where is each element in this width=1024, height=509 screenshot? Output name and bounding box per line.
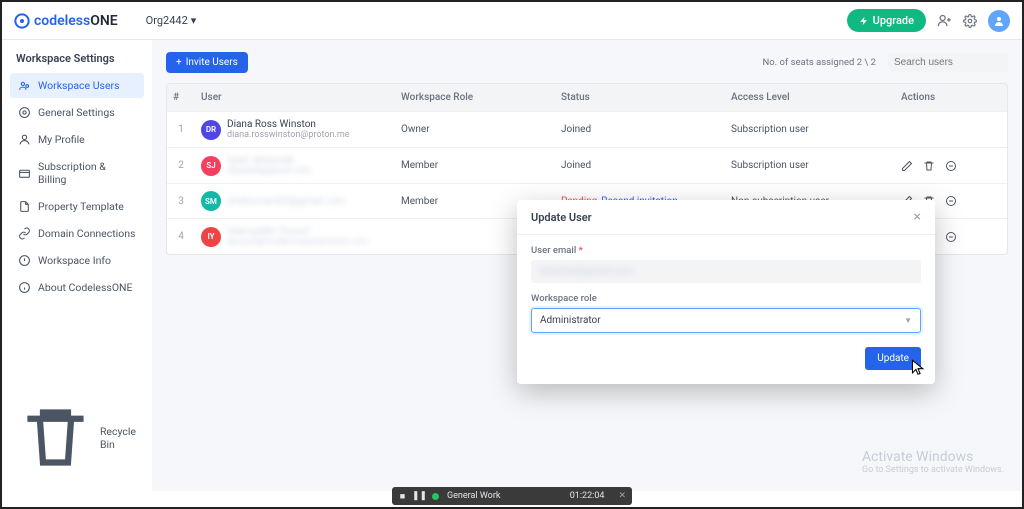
col-user: User [195,92,395,103]
update-user-modal: Update User × User email * sbasheb@gmail… [517,200,935,384]
nav-icon [18,281,31,294]
table-row: 2 SJ Syed Jehanzebsbasheb@gmail.com Member J… [167,147,1007,183]
invite-users-button[interactable]: + Invite Users [166,52,248,73]
user-email: iyousuf@modernrequirements.com [227,237,368,247]
role-value: Administrator [540,315,601,326]
actions-cell [895,160,1005,172]
brand-suffix: ONE [90,13,117,29]
col-actions: Actions [895,92,1005,103]
row-num: 3 [167,196,195,207]
plus-icon: + [176,57,182,68]
user-name: Islamuddin Yousuf [227,226,368,237]
upgrade-label: Upgrade [873,14,914,27]
email-label: User email * [531,245,921,256]
status-text: Joined [561,124,591,135]
nav-icon [18,227,31,240]
nav-icon [18,167,31,180]
user-name: Diana Ross Winston [227,119,350,130]
access-text: Subscription user [731,160,809,171]
user-email: sbasheb@gmail.com [227,166,311,176]
avatar: SM [201,191,221,211]
trash-icon [18,400,93,475]
avatar: DR [201,120,221,140]
brand-prefix: codeless [34,13,90,29]
block-icon[interactable] [945,195,957,207]
lightning-icon [859,16,869,26]
timer-label: General Work [447,491,500,501]
recycle-bin[interactable]: Recycle Bin [10,394,144,481]
role-select[interactable]: Administrator ▼ [531,308,921,333]
chevron-down-icon: ▼ [904,316,912,325]
sidebar-item-label: Domain Connections [38,227,135,240]
org-switcher[interactable]: Org2442 ▾ [146,14,197,27]
sidebar-item-label: Property Template [38,200,124,213]
upgrade-button[interactable]: Upgrade [847,9,926,32]
logo-icon [14,13,30,29]
nav-icon [18,133,31,146]
pause-icon[interactable]: ❚❚ [415,491,424,501]
nav-icon [18,200,31,213]
col-status: Status [555,92,725,103]
avatar: IY [201,227,221,247]
record-dot-icon [432,493,439,500]
sidebar-item-label: Workspace Users [38,79,120,92]
user-avatar[interactable] [988,10,1010,32]
sidebar-item-label: My Profile [38,133,85,146]
role-label: Workspace role [531,293,921,304]
timer-time: 01:22:04 [570,491,605,501]
nav-icon [18,79,31,92]
update-button[interactable]: Update [865,347,921,370]
windows-watermark: Activate Windows Go to Settings to activ… [862,449,1004,475]
sidebar-item-billing[interactable]: Subscription & Billing [10,154,144,192]
user-name: Syed Jehanzeb [227,155,311,166]
table-row: 1 DR Diana Ross Winstondiana.rosswinston@p… [167,111,1007,147]
sidebar-item-label: About CodelessONE [38,281,133,294]
row-num: 2 [167,160,195,171]
recycle-label: Recycle Bin [100,425,136,451]
chevron-down-icon: ▾ [191,14,197,27]
sidebar-item-profile[interactable]: My Profile [10,127,144,152]
block-icon[interactable] [945,160,957,172]
avatar: SJ [201,156,221,176]
role-text: Owner [395,124,555,135]
user-email: diana.rosswinston@proton.me [227,130,350,140]
stop-icon[interactable]: ■ [398,491,407,502]
sidebar-item-domains[interactable]: Domain Connections [10,221,144,246]
status-text: Joined [561,160,591,171]
sidebar-item-general[interactable]: General Settings [10,100,144,125]
sidebar-item-users[interactable]: Workspace Users [10,73,144,98]
invite-label: Invite Users [186,57,238,68]
row-num: 4 [167,231,195,242]
delete-icon[interactable] [923,160,935,172]
access-text: Subscription user [731,124,809,135]
col-role: Workspace Role [395,92,555,103]
close-icon[interactable]: ✕ [618,491,626,501]
org-name: Org2442 [146,14,188,27]
block-icon[interactable] [945,231,957,243]
col-access: Access Level [725,92,895,103]
sidebar-item-label: Subscription & Billing [38,160,136,186]
brand-logo: codelessONE [14,13,118,29]
sidebar-item-label: General Settings [38,106,115,119]
sidebar-title: Workspace Settings [10,50,144,73]
seats-indicator: No. of seats assigned 2 \ 2 [762,57,876,68]
sidebar-item-template[interactable]: Property Template [10,194,144,219]
row-num: 1 [167,124,195,135]
sidebar-item-info[interactable]: Workspace Info [10,248,144,273]
timer-bar: ■ ❚❚ General Work 01:22:04 ✕ [392,487,632,505]
email-field: sbasheb@gmail.com [531,260,921,283]
modal-title: Update User [531,211,592,224]
search-input[interactable] [888,53,1008,72]
nav-icon [18,254,31,267]
edit-icon[interactable] [901,160,913,172]
nav-icon [18,106,31,119]
sidebar-item-about[interactable]: About CodelessONE [10,275,144,300]
col-num: # [167,92,195,103]
user-name: smkhurram02@gmail.com [227,196,345,207]
gear-icon[interactable] [962,13,978,29]
sidebar-item-label: Workspace Info [38,254,111,267]
add-user-icon[interactable] [936,13,952,29]
close-icon[interactable]: × [914,210,921,224]
role-text: Member [395,160,555,171]
